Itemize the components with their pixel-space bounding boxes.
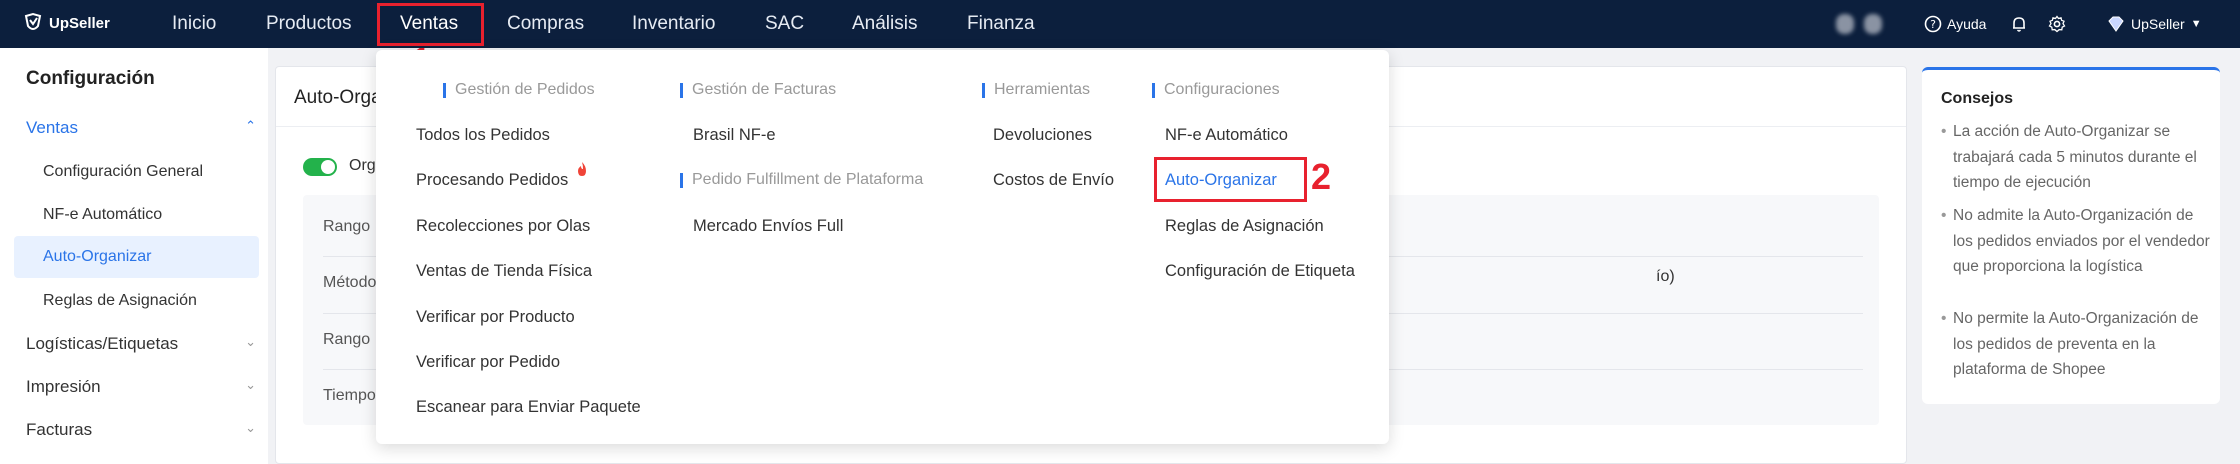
top-navigation-bar: UpSeller Inicio Productos Ventas Compras… [0,0,2240,48]
highlight-box-auto-organizar [1154,157,1307,202]
setting-label: Rango [323,218,371,235]
sidebar-group-label: Impresión [26,377,101,396]
tips-panel: Consejos La acción de Auto-Organizar se … [1922,67,2220,404]
svg-text:?: ? [1930,18,1936,31]
chevron-down-icon: ▼ [2190,18,2202,30]
bell-icon [2013,17,2025,32]
nav-inventario[interactable]: Inventario [632,0,715,48]
menu-item-recolecciones-por-olas[interactable]: Recolecciones por Olas [416,217,590,236]
setting-label: Rango [323,331,371,348]
menu-item-brasil-nfe[interactable]: Brasil NF-e [693,126,776,145]
chevron-down-icon: ⌄ [245,334,256,349]
menu-item-reglas-de-asignacion[interactable]: Reglas de Asignación [1165,217,1324,236]
menu-item-devoluciones[interactable]: Devoluciones [993,126,1092,145]
sidebar-title: Configuración [26,68,155,89]
setting-label: Tiempo [323,387,376,404]
nav-sac[interactable]: SAC [765,0,804,48]
sidebar-item-nfe-automatico[interactable]: NF-e Automático [14,194,259,236]
brand-name: UpSeller [49,14,110,32]
sidebar-group-label: Facturas [26,420,93,439]
sidebar-group-impresion[interactable]: Impresión ⌄ [26,377,256,397]
auto-organizar-toggle[interactable] [303,158,337,176]
diamond-icon [2108,16,2124,32]
menu-item-nfe-automatico[interactable]: NF-e Automático [1165,126,1288,145]
settings-sidebar: Configuración Ventas ⌃ Configuración Gen… [0,48,268,464]
sidebar-item-auto-organizar[interactable]: Auto-Organizar [14,236,259,278]
chevron-down-icon: ⌄ [245,420,256,435]
menu-item-mercado-envios-full[interactable]: Mercado Envíos Full [693,217,843,236]
sidebar-group-facturas[interactable]: Facturas ⌄ [26,420,256,440]
sidebar-group-label: Ventas [26,118,78,137]
help-label: Ayuda [1947,16,1987,32]
sidebar-item-reglas-de-asignacion[interactable]: Reglas de Asignación [14,280,259,322]
settings-button[interactable] [2048,0,2066,48]
account-menu[interactable]: UpSeller ▼ [2106,0,2202,48]
notifications-button[interactable] [2010,0,2028,48]
step-number-2: 2 [1311,156,1332,197]
sidebar-item-label: Reglas de Asignación [43,292,197,309]
sidebar-item-configuracion-general[interactable]: Configuración General [14,151,259,193]
sidebar-item-label: NF-e Automático [43,206,163,223]
tip-item: No admite la Auto-Organización de los pe… [1941,203,2211,280]
tip-item: La acción de Auto-Organizar se trabajará… [1941,119,2211,196]
menu-item-ventas-tienda-fisica[interactable]: Ventas de Tienda Física [416,262,592,281]
sidebar-group-label: Logísticas/Etiquetas [26,334,179,353]
upseller-logo-icon [24,12,42,30]
nav-compras[interactable]: Compras [507,0,584,48]
tips-title: Consejos [1941,90,2014,107]
ventas-dropdown-menu: Gestión de Pedidos Todos los Pedidos Pro… [376,50,1389,444]
menu-section-gestion-pedidos: Gestión de Pedidos [443,81,595,99]
upseller-logo[interactable]: UpSeller [22,12,110,34]
chevron-up-icon: ⌃ [245,118,256,133]
setting-label: Método [323,274,377,291]
menu-item-todos-los-pedidos[interactable]: Todos los Pedidos [416,126,550,145]
menu-item-verificar-por-producto[interactable]: Verificar por Producto [416,308,575,327]
menu-section-gestion-facturas: Gestión de Facturas [680,81,836,99]
nav-inicio[interactable]: Inicio [172,0,216,48]
blurred-avatar [1836,14,1854,34]
nav-productos[interactable]: Productos [266,0,352,48]
menu-item-procesando-pedidos[interactable]: Procesando Pedidos [416,171,568,190]
menu-item-costos-de-envio[interactable]: Costos de Envío [993,171,1114,190]
help-link[interactable]: ? Ayuda [1924,0,1986,48]
menu-item-configuracion-etiqueta[interactable]: Configuración de Etiqueta [1165,262,1355,281]
nav-analisis[interactable]: Análisis [852,0,917,48]
toggle-label: Org [349,157,376,174]
tip-item: No permite la Auto-Organización de los p… [1941,306,2211,383]
help-icon: ? [1924,15,1942,33]
setting-value-partial: ío) [1656,268,1675,285]
blurred-avatar [1864,14,1882,34]
sidebar-item-label: Auto-Organizar [43,248,152,265]
sidebar-group-logisticas[interactable]: Logísticas/Etiquetas ⌄ [26,334,256,354]
chevron-down-icon: ⌄ [245,377,256,392]
nav-finanza[interactable]: Finanza [967,0,1035,48]
sidebar-group-ventas[interactable]: Ventas ⌃ [26,118,256,138]
menu-section-pedido-fulfillment: Pedido Fulfillment de Plataforma [680,171,923,189]
menu-item-escanear-enviar-paquete[interactable]: Escanear para Enviar Paquete [416,398,641,417]
fire-icon [578,162,586,176]
menu-section-herramientas: Herramientas [982,81,1090,99]
sidebar-item-label: Configuración General [43,163,204,180]
account-name: UpSeller [2131,16,2185,32]
gear-icon [2048,15,2066,33]
menu-section-configuraciones: Configuraciones [1152,81,1280,99]
card-title: Auto-Orga [294,87,382,108]
menu-item-verificar-por-pedido[interactable]: Verificar por Pedido [416,353,560,372]
